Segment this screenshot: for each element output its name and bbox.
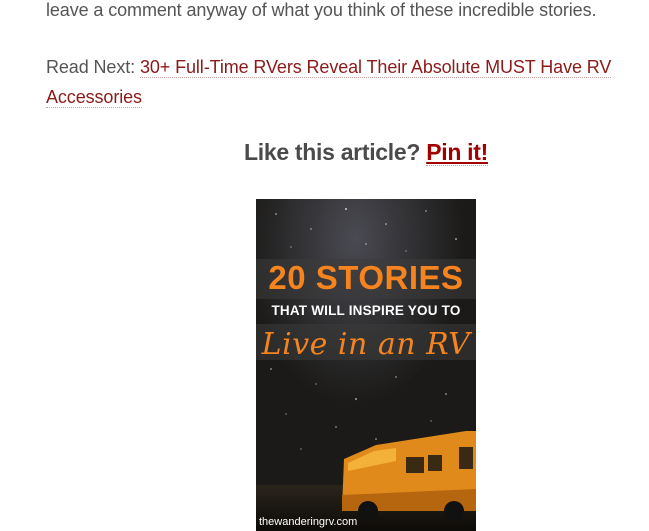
- pin-it-link[interactable]: Pin it!: [426, 139, 488, 166]
- pin-script-title: Live in an RV: [261, 327, 471, 362]
- pin-call-to-action: Like this article? Pin it!: [0, 139, 649, 166]
- pin-prompt: Like this article?: [244, 139, 427, 165]
- read-next-paragraph: Read Next: 30+ Full-Time RVers Reveal Th…: [46, 52, 616, 112]
- read-next-label: Read Next:: [46, 57, 140, 77]
- pin-headline: 20 STORIES: [268, 259, 464, 296]
- article-text: leave a comment anyway of what you think…: [46, 0, 597, 20]
- night-sky-illustration: [256, 199, 476, 531]
- pinterest-image[interactable]: 20 STORIES THAT WILL INSPIRE YOU TO Live…: [256, 199, 476, 531]
- pin-subline: THAT WILL INSPIRE YOU TO: [271, 303, 461, 318]
- site-watermark: thewanderingrv.com: [259, 516, 358, 528]
- article-paragraph: leave a comment anyway of what you think…: [46, 0, 616, 25]
